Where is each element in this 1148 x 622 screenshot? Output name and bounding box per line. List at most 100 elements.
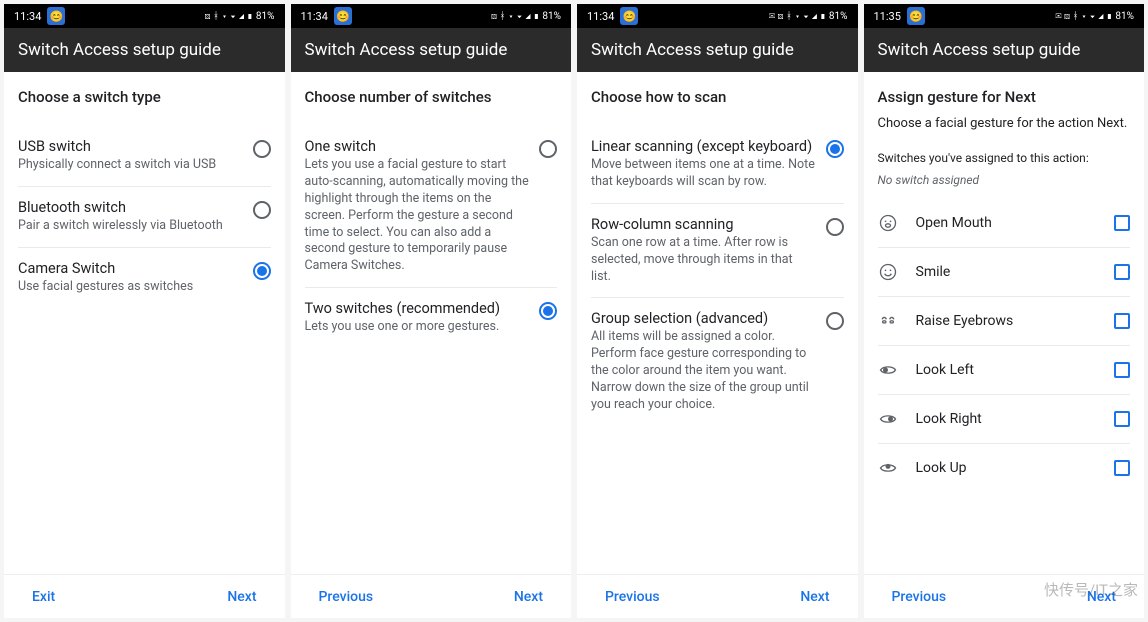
option-title: Group selection (advanced) <box>591 310 816 327</box>
option-title: Linear scanning (except keyboard) <box>591 138 816 155</box>
option-linear-scanning[interactable]: Linear scanning (except keyboard) Move b… <box>591 126 844 204</box>
next-button[interactable]: Next <box>1087 589 1116 605</box>
gesture-look-right[interactable]: Look Right <box>878 395 1131 444</box>
face-app-icon: 😊 <box>334 7 352 25</box>
option-two-switches[interactable]: Two switches (recommended) Lets you use … <box>305 288 558 348</box>
option-title: One switch <box>305 138 530 155</box>
page-heading: Assign gesture for Next <box>864 72 1145 116</box>
app-bar-title: Switch Access setup guide <box>864 28 1145 72</box>
exit-button[interactable]: Exit <box>32 589 55 605</box>
checkbox-icon[interactable] <box>1114 313 1130 329</box>
option-desc: Lets you use a facial gesture to start a… <box>305 157 530 275</box>
next-button[interactable]: Next <box>227 589 256 605</box>
previous-button[interactable]: Previous <box>892 589 947 605</box>
status-icons: ▧ ᚼ ▾ ⏷ ◢ ▮81% <box>205 11 275 22</box>
option-title: USB switch <box>18 138 243 155</box>
radio-icon[interactable] <box>826 218 844 236</box>
status-time: 11:34 <box>587 10 614 23</box>
previous-button[interactable]: Previous <box>319 589 374 605</box>
screen-4: 11:35 😊 ✉ ▧ ᚼ ▾ ⏷ ◢ ▮81% Switch Access s… <box>864 4 1145 618</box>
radio-icon[interactable] <box>253 262 271 280</box>
option-one-switch[interactable]: One switch Lets you use a facial gesture… <box>305 126 558 288</box>
face-app-icon: 😊 <box>620 7 638 25</box>
gesture-label: Raise Eyebrows <box>916 313 1115 329</box>
gesture-label: Open Mouth <box>916 215 1115 231</box>
num-switches-options: One switch Lets you use a facial gesture… <box>291 116 572 348</box>
open-mouth-icon <box>878 213 898 233</box>
option-desc: Move between items one at a time. Note t… <box>591 157 816 191</box>
next-button[interactable]: Next <box>800 589 829 605</box>
status-bar: 11:34 😊 ▧ ᚼ ▾ ⏷ ◢ ▮81% <box>4 4 285 28</box>
checkbox-icon[interactable] <box>1114 264 1130 280</box>
screen-2: 11:34 😊 ▧ ᚼ ▾ ⏷ ◢ ▮81% Switch Access set… <box>291 4 572 618</box>
option-bluetooth-switch[interactable]: Bluetooth switch Pair a switch wirelessl… <box>18 187 271 248</box>
option-desc: Pair a switch wirelessly via Bluetooth <box>18 218 243 235</box>
status-icons: ▧ ᚼ ▾ ⏷ ◢ ▮81% <box>491 11 561 22</box>
look-up-icon <box>878 458 898 478</box>
checkbox-icon[interactable] <box>1114 460 1130 476</box>
assigned-empty: No switch assigned <box>864 169 1145 199</box>
status-bar: 11:34 😊 ✉ ▧ ᚼ ▾ ⏷ ◢ ▮81% <box>577 4 858 28</box>
gesture-label: Smile <box>916 264 1115 280</box>
screen-3: 11:34 😊 ✉ ▧ ᚼ ▾ ⏷ ◢ ▮81% Switch Access s… <box>577 4 858 618</box>
gesture-list: Open Mouth Smile Raise Eyebrows <box>864 199 1145 492</box>
checkbox-icon[interactable] <box>1114 215 1130 231</box>
radio-icon[interactable] <box>253 140 271 158</box>
status-bar: 11:34 😊 ▧ ᚼ ▾ ⏷ ◢ ▮81% <box>291 4 572 28</box>
smile-icon <box>878 262 898 282</box>
gesture-smile[interactable]: Smile <box>878 248 1131 297</box>
radio-icon[interactable] <box>826 312 844 330</box>
option-desc: Lets you use one or more gestures. <box>305 319 530 336</box>
gesture-label: Look Right <box>916 411 1115 427</box>
status-icons: ✉ ▧ ᚼ ▾ ⏷ ◢ ▮81% <box>1056 11 1134 22</box>
status-time: 11:34 <box>14 10 41 23</box>
face-app-icon: 😊 <box>47 7 65 25</box>
footer-bar: Previous Next <box>577 574 858 618</box>
page-heading: Choose number of switches <box>291 72 572 116</box>
option-row-column[interactable]: Row-column scanning Scan one row at a ti… <box>591 204 844 299</box>
option-usb-switch[interactable]: USB switch Physically connect a switch v… <box>18 126 271 187</box>
page-subtext: Choose a facial gesture for the action N… <box>864 116 1145 139</box>
footer-bar: Previous Next <box>864 574 1145 618</box>
option-title: Bluetooth switch <box>18 199 243 216</box>
radio-icon[interactable] <box>539 140 557 158</box>
status-time: 11:35 <box>874 10 901 23</box>
switch-type-options: USB switch Physically connect a switch v… <box>4 116 285 308</box>
checkbox-icon[interactable] <box>1114 362 1130 378</box>
app-bar-title: Switch Access setup guide <box>291 28 572 72</box>
status-icons: ✉ ▧ ᚼ ▾ ⏷ ◢ ▮81% <box>769 11 847 22</box>
option-title: Camera Switch <box>18 260 243 277</box>
gesture-look-up[interactable]: Look Up <box>878 444 1131 492</box>
option-desc: Physically connect a switch via USB <box>18 157 243 174</box>
face-app-icon: 😊 <box>907 7 925 25</box>
footer-bar: Exit Next <box>4 574 285 618</box>
gesture-open-mouth[interactable]: Open Mouth <box>878 199 1131 248</box>
app-bar-title: Switch Access setup guide <box>4 28 285 72</box>
radio-icon[interactable] <box>253 201 271 219</box>
scan-options: Linear scanning (except keyboard) Move b… <box>577 116 858 426</box>
eyebrows-icon <box>878 311 898 331</box>
screen-1: 11:34 😊 ▧ ᚼ ▾ ⏷ ◢ ▮81% Switch Access set… <box>4 4 285 618</box>
option-title: Row-column scanning <box>591 216 816 233</box>
assigned-note: Switches you've assigned to this action: <box>864 139 1145 169</box>
option-title: Two switches (recommended) <box>305 300 530 317</box>
gesture-raise-eyebrows[interactable]: Raise Eyebrows <box>878 297 1131 346</box>
checkbox-icon[interactable] <box>1114 411 1130 427</box>
look-left-icon <box>878 360 898 380</box>
gesture-label: Look Up <box>916 460 1115 476</box>
previous-button[interactable]: Previous <box>605 589 660 605</box>
footer-bar: Previous Next <box>291 574 572 618</box>
radio-icon[interactable] <box>826 140 844 158</box>
status-time: 11:34 <box>301 10 328 23</box>
app-bar-title: Switch Access setup guide <box>577 28 858 72</box>
look-right-icon <box>878 409 898 429</box>
option-desc: Use facial gestures as switches <box>18 279 243 296</box>
option-camera-switch[interactable]: Camera Switch Use facial gestures as swi… <box>18 248 271 308</box>
gesture-label: Look Left <box>916 362 1115 378</box>
option-desc: Scan one row at a time. After row is sel… <box>591 235 816 286</box>
gesture-look-left[interactable]: Look Left <box>878 346 1131 395</box>
option-group-selection[interactable]: Group selection (advanced) All items wil… <box>591 298 844 425</box>
radio-icon[interactable] <box>539 302 557 320</box>
page-heading: Choose a switch type <box>4 72 285 116</box>
next-button[interactable]: Next <box>514 589 543 605</box>
